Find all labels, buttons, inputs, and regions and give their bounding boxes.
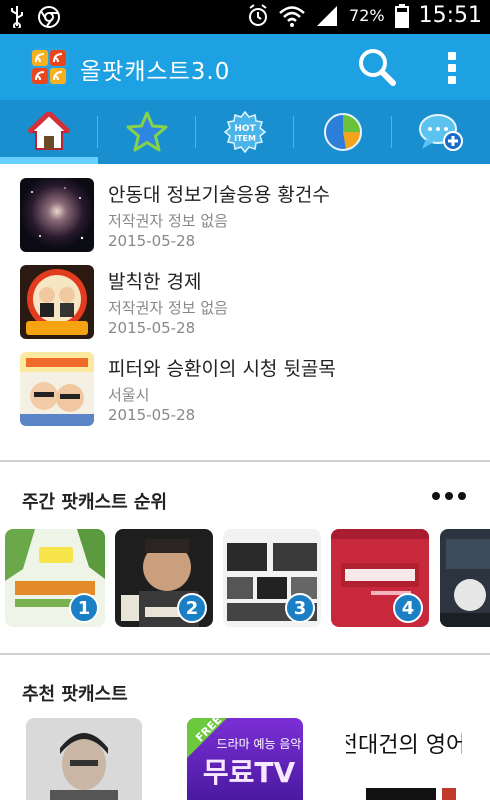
podcast-logo-icon [30, 48, 68, 86]
section-divider [0, 460, 490, 462]
tab-chat[interactable] [392, 100, 490, 164]
tab-indicator [0, 157, 98, 164]
svg-text:ITEM: ITEM [234, 134, 256, 143]
more-dot [458, 492, 466, 500]
rank-badge: 1 [69, 593, 99, 623]
battery-percent: 72% [349, 6, 385, 25]
star-icon [126, 111, 168, 152]
status-bar: 72% 15:51 [0, 0, 490, 34]
app-logo [30, 48, 68, 86]
recommended-cover-2: FREE 드라마 예능 음악 무료TV [187, 718, 303, 800]
recommended-card[interactable] [26, 718, 142, 800]
rank-badge: 4 [393, 593, 423, 623]
galaxy-thumbnail-icon [20, 178, 94, 252]
recommended-cover-3: 전대건의 영어 [346, 718, 462, 800]
tab-favorites[interactable] [98, 100, 196, 164]
podcast-thumbnail [20, 265, 94, 339]
clock: 15:51 [418, 3, 482, 28]
rank-card[interactable]: 3 [223, 529, 321, 627]
wifi-icon [279, 5, 305, 27]
alarm-icon [249, 3, 268, 26]
recommended-card[interactable]: FREE 드라마 예능 음악 무료TV [187, 718, 303, 800]
search-icon [359, 49, 396, 86]
item-date: 2015-05-28 [108, 406, 196, 424]
section-divider [0, 653, 490, 655]
recommended-label: 전대건의 영어 [346, 733, 462, 758]
chrome-icon [38, 6, 60, 28]
tab-hot-item[interactable]: HOT ITEM [196, 100, 294, 164]
rank-card[interactable]: 2 [115, 529, 213, 627]
item-title: 안동대 정보기술응용 황건수 [108, 184, 330, 206]
city-alley-thumbnail-icon [20, 352, 94, 426]
overflow-menu-button[interactable] [440, 48, 464, 88]
search-button[interactable] [356, 46, 398, 88]
pie-chart-icon [324, 113, 362, 151]
svg-text:HOT: HOT [234, 124, 256, 134]
menu-dot [448, 76, 456, 84]
weekly-ranking-title: 주간 팟캐스트 순위 [22, 492, 168, 513]
recommended-subtitle: 드라마 예능 음악 [217, 737, 302, 751]
recommended-title: 추천 팟캐스트 [22, 684, 128, 705]
battery-icon [394, 3, 409, 28]
list-item[interactable]: 피터와 승환이의 시청 뒷골목 서울시 2015-05-28 [0, 340, 490, 426]
item-title: 피터와 승환이의 시청 뒷골목 [108, 358, 336, 380]
app-title: 올팟캐스트3.0 [80, 59, 231, 85]
podcast-thumbnail [20, 352, 94, 426]
list-item[interactable]: 안동대 정보기술응용 황건수 저작권자 정보 없음 2015-05-28 [0, 166, 490, 252]
recommended-card[interactable]: 전대건의 영어 [346, 718, 462, 800]
rank-card[interactable]: 1 [5, 529, 105, 627]
recommended-cover-1 [26, 718, 142, 800]
list-item[interactable]: 발칙한 경제 저작권자 정보 없음 2015-05-28 [0, 253, 490, 339]
item-author: 서울시 [108, 386, 150, 404]
tab-home[interactable] [0, 100, 98, 164]
app-bar: 올팟캐스트3.0 [0, 34, 490, 100]
item-author: 저작권자 정보 없음 [108, 212, 228, 230]
menu-dot [448, 64, 456, 72]
podcast-thumbnail [20, 178, 94, 252]
usb-icon [11, 6, 23, 28]
rank-cover-5 [440, 529, 490, 627]
menu-dot [448, 52, 456, 60]
tab-chart[interactable] [294, 100, 392, 164]
item-title: 발칙한 경제 [108, 271, 202, 293]
tab-bar: HOT ITEM [0, 100, 490, 164]
rank-badge: 3 [285, 593, 315, 623]
item-date: 2015-05-28 [108, 319, 196, 337]
item-author: 저작권자 정보 없음 [108, 299, 228, 317]
recommended-label: 무료TV [203, 756, 296, 789]
rank-card[interactable]: 4 [331, 529, 429, 627]
more-dot [445, 492, 453, 500]
home-icon [28, 112, 70, 150]
signal-icon [317, 5, 338, 26]
more-dot [432, 492, 440, 500]
hot-item-badge-icon: HOT ITEM [223, 110, 267, 154]
economy-show-thumbnail-icon [20, 265, 94, 339]
rank-badge: 2 [177, 593, 207, 623]
weekly-ranking-more-button[interactable] [432, 492, 466, 500]
chat-add-icon [419, 114, 463, 151]
rank-card[interactable] [440, 529, 490, 627]
item-date: 2015-05-28 [108, 232, 196, 250]
